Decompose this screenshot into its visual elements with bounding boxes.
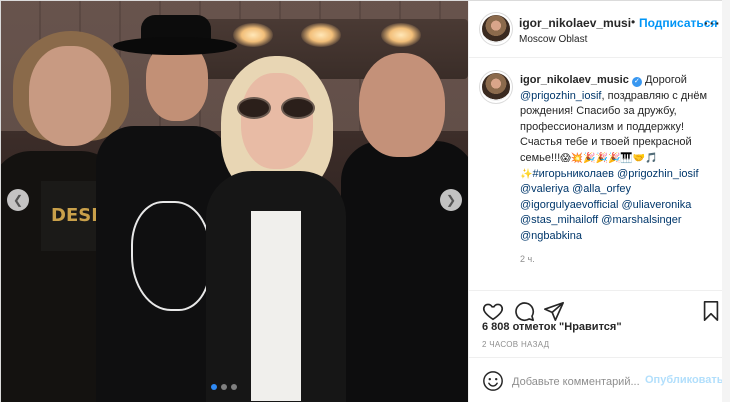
share-icon: [544, 301, 564, 321]
caption-text-intro: Дорогой: [641, 74, 687, 86]
instagram-post: DESD ❮ ❯ igor_nikolaev_musi • Подписатьс…: [0, 0, 730, 402]
background-lamp: [381, 23, 421, 47]
emoji-button[interactable]: [482, 370, 504, 392]
person-4-face: [359, 53, 445, 157]
mention-link[interactable]: @igorgulyaevofficial: [520, 199, 618, 211]
post-age: 2 ЧАСОВ НАЗАД: [482, 340, 550, 349]
more-options-button[interactable]: ···: [704, 15, 721, 31]
mention-link[interactable]: @prigozhin_iosif: [520, 90, 602, 102]
caption-text: igor_nikolaev_music ✓ Дорогой @prigozhin…: [520, 73, 720, 245]
mention-link[interactable]: @valeriya: [520, 183, 569, 195]
mention-link[interactable]: @uliaveronika: [621, 199, 691, 211]
background-lamp: [233, 23, 273, 47]
caption-avatar[interactable]: [482, 73, 510, 101]
hashtag-link[interactable]: #игорьниколаев: [532, 168, 614, 180]
mention-link[interactable]: @stas_mihailoff: [520, 214, 598, 226]
person-1-face: [29, 46, 111, 146]
page-scrollbar[interactable]: [722, 0, 730, 402]
heart-icon: [482, 303, 504, 321]
carousel-dot: [231, 384, 237, 390]
person-3-sunglasses: [237, 97, 319, 121]
comments-section: igor_nikolaev_music ✓ Дорогой @prigozhin…: [469, 59, 730, 289]
publish-button[interactable]: Опубликовать: [645, 374, 724, 386]
mention-link[interactable]: @marshalsinger: [601, 214, 681, 226]
carousel-next-button[interactable]: ❯: [440, 189, 462, 211]
caption-emojis-2: ✨: [520, 168, 533, 180]
like-button[interactable]: [482, 300, 504, 322]
person-2-sweatshirt-drawing: [131, 201, 211, 311]
carousel-prev-button[interactable]: ❮: [7, 189, 29, 211]
person-3-shirt: [251, 211, 301, 401]
comment-icon: [515, 302, 535, 322]
carousel-dot-active: [211, 384, 217, 390]
smiley-icon: [483, 371, 503, 391]
caption-username[interactable]: igor_nikolaev_music: [520, 74, 629, 86]
person-3-face: [241, 73, 313, 169]
verified-badge-icon: ✓: [631, 77, 642, 87]
mention-link[interactable]: @ngbabkina: [520, 230, 582, 242]
chevron-right-icon: ❯: [445, 193, 457, 207]
author-avatar[interactable]: [482, 15, 510, 43]
comment-button[interactable]: [513, 300, 535, 322]
post-header: igor_nikolaev_musi • Подписаться Moscow …: [469, 1, 730, 58]
post-side-panel: igor_nikolaev_musi • Подписаться Moscow …: [468, 1, 730, 402]
person-2-hat-brim: [113, 37, 237, 55]
caption-timestamp: 2 ч.: [520, 254, 535, 264]
post-photo[interactable]: DESD ❮ ❯: [1, 1, 468, 402]
likes-count[interactable]: 6 808 отметок "Нравится": [482, 321, 622, 333]
author-username[interactable]: igor_nikolaev_musi: [519, 16, 631, 30]
person-4-shirt: [341, 141, 468, 402]
share-button[interactable]: [543, 300, 565, 322]
carousel-dot: [221, 384, 227, 390]
save-button[interactable]: [700, 300, 722, 322]
mention-link[interactable]: @alla_orfey: [572, 183, 631, 195]
header-separator: •: [631, 15, 636, 29]
carousel-dots: [211, 384, 237, 390]
background-lamp: [301, 23, 341, 47]
add-comment-bar: Опубликовать: [469, 357, 730, 402]
location-link[interactable]: Moscow Oblast: [519, 34, 587, 45]
mention-link[interactable]: @prigozhin_iosif: [617, 168, 699, 180]
bookmark-icon: [703, 301, 719, 321]
caption-emojis: 😱💥🎉🎉🎉🎹🤝🎵: [560, 152, 658, 164]
ellipsis-icon: ···: [704, 15, 721, 31]
chevron-left-icon: ❮: [12, 193, 24, 207]
